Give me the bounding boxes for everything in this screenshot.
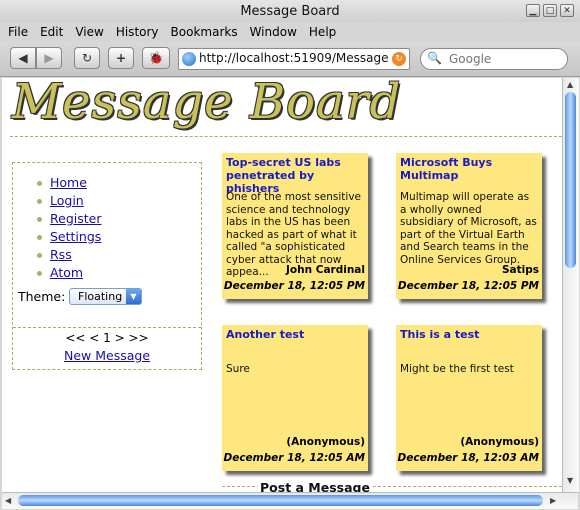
forward-arrow-icon: ▶: [44, 51, 54, 65]
sidebar: Home Login Register Settings Rss Atom Th…: [12, 162, 202, 370]
scroll-down-icon[interactable]: ▼: [567, 476, 573, 485]
note-body: Might be the first test: [400, 363, 514, 375]
maximize-button[interactable]: □: [543, 4, 557, 17]
note-author: Satips: [501, 264, 539, 276]
note-body: Multimap will operate as a wholly owned …: [400, 191, 537, 266]
back-arrow-icon: ◀: [18, 51, 28, 65]
new-message-link[interactable]: New Message: [64, 348, 150, 363]
bug-icon: 🐞: [148, 51, 164, 65]
message-note[interactable]: Another test Sure (Anonymous) December 1…: [222, 325, 368, 471]
navigation-toolbar: ◀ ▶ ↻ + 🐞 http://localhost:51909/Message…: [0, 42, 580, 77]
add-bookmark-button[interactable]: +: [108, 47, 134, 69]
site-logo: Message Board: [12, 78, 402, 130]
theme-select[interactable]: Floating ▼: [69, 288, 142, 305]
window-title: Message Board: [240, 4, 340, 19]
atom-link[interactable]: Atom: [50, 265, 83, 280]
header-divider: [10, 136, 562, 137]
note-title[interactable]: Top-secret US labs penetrated by phisher…: [226, 156, 364, 195]
menu-edit[interactable]: Edit: [32, 22, 63, 42]
settings-link[interactable]: Settings: [50, 229, 101, 244]
theme-select-value: Floating: [78, 290, 123, 303]
menu-file[interactable]: File: [0, 22, 28, 42]
horizontal-scroll-thumb[interactable]: [18, 495, 543, 506]
close-button[interactable]: ✕: [560, 4, 574, 17]
menu-bar: File Edit View History Bookmarks Window …: [0, 22, 580, 42]
login-link[interactable]: Login: [50, 193, 84, 208]
vertical-scrollbar[interactable]: ▲ ▼: [562, 78, 579, 492]
note-title[interactable]: This is a test: [400, 328, 538, 341]
reload-button[interactable]: ↻: [74, 47, 100, 69]
note-title[interactable]: Microsoft Buys Multimap: [400, 156, 538, 182]
page-content: Message Board Home Login Register Settin…: [2, 78, 562, 492]
scroll-left-icon[interactable]: ◀: [5, 496, 11, 505]
theme-label: Theme:: [18, 289, 66, 304]
note-author: (Anonymous): [286, 436, 365, 448]
message-note[interactable]: Microsoft Buys Multimap Multimap will op…: [396, 153, 542, 299]
nav-item-register: Register: [37, 211, 101, 229]
horizontal-scrollbar[interactable]: ◀ ▶: [2, 492, 578, 509]
rss-link[interactable]: Rss: [50, 247, 72, 262]
menu-bookmarks[interactable]: Bookmarks: [163, 22, 238, 42]
message-note[interactable]: Top-secret US labs penetrated by phisher…: [222, 153, 368, 299]
note-date: December 18, 12:05 PM: [397, 280, 539, 292]
search-box[interactable]: 🔍: [420, 48, 568, 70]
bullet-icon: [37, 235, 42, 240]
forward-button[interactable]: ▶: [36, 47, 62, 69]
reload-icon: ↻: [81, 51, 93, 65]
nav-item-login: Login: [37, 193, 101, 211]
vertical-scroll-thumb[interactable]: [565, 92, 576, 268]
debug-button[interactable]: 🐞: [142, 47, 170, 69]
rss-feed-icon[interactable]: ↻: [392, 52, 406, 66]
address-bar[interactable]: http://localhost:51909/Message ↻: [178, 48, 410, 70]
bullet-icon: [37, 199, 42, 204]
message-note[interactable]: This is a test Might be the first test (…: [396, 325, 542, 471]
new-message-wrap: New Message: [13, 348, 201, 363]
pagination[interactable]: << < 1 > >>: [13, 331, 201, 345]
register-link[interactable]: Register: [50, 211, 101, 226]
chevron-down-icon: ▼: [126, 289, 141, 304]
scroll-right-icon[interactable]: ▶: [550, 496, 556, 505]
search-icon: 🔍: [427, 51, 442, 65]
window-controls: ▁ □ ✕: [526, 4, 574, 17]
minimize-button[interactable]: ▁: [526, 4, 540, 17]
note-date: December 18, 12:03 AM: [397, 452, 539, 464]
search-input[interactable]: [447, 51, 566, 67]
note-author: (Anonymous): [460, 436, 539, 448]
nav-list: Home Login Register Settings Rss Atom: [37, 175, 101, 283]
bullet-icon: [37, 253, 42, 258]
note-title[interactable]: Another test: [226, 328, 364, 341]
menu-help[interactable]: Help: [301, 22, 336, 42]
sidebar-divider: [13, 327, 201, 328]
menu-view[interactable]: View: [67, 22, 103, 42]
url-text[interactable]: http://localhost:51909/Message: [199, 51, 389, 65]
nav-item-home: Home: [37, 175, 101, 193]
nav-item-rss: Rss: [37, 247, 101, 265]
note-date: December 18, 12:05 AM: [223, 452, 365, 464]
note-author: John Cardinal: [286, 264, 365, 276]
menu-window[interactable]: Window: [242, 22, 297, 42]
post-message-heading: Post a Message: [258, 480, 372, 492]
bullet-icon: [37, 217, 42, 222]
bullet-icon: [37, 181, 42, 186]
nav-item-settings: Settings: [37, 229, 101, 247]
scroll-up-icon[interactable]: ▲: [567, 80, 573, 89]
bullet-icon: [37, 271, 42, 276]
menu-history[interactable]: History: [108, 22, 159, 42]
note-date: December 18, 12:05 PM: [223, 280, 365, 292]
home-link[interactable]: Home: [50, 175, 87, 190]
plus-icon: +: [115, 51, 127, 65]
browser-window: Message Board ▁ □ ✕ File Edit View Histo…: [0, 0, 580, 510]
title-bar: Message Board ▁ □ ✕: [0, 0, 580, 22]
globe-icon: [182, 52, 196, 66]
nav-item-atom: Atom: [37, 265, 101, 283]
note-body: Sure: [226, 363, 250, 375]
back-button[interactable]: ◀: [10, 47, 36, 69]
